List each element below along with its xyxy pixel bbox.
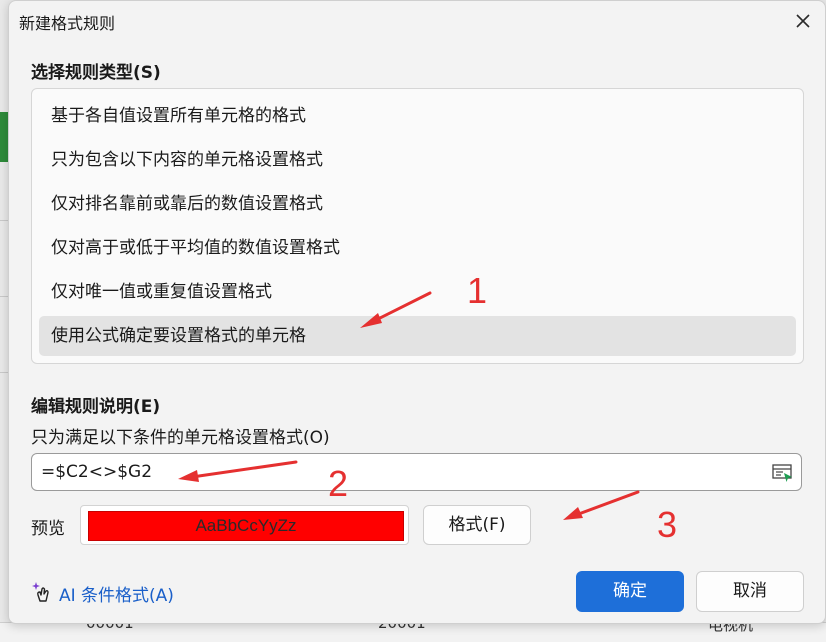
sparkle-icon: [32, 582, 49, 602]
dialog-title: 新建格式规则: [19, 14, 116, 33]
sheet-gridline: [0, 296, 8, 297]
close-icon: [796, 14, 810, 28]
sheet-gridline: [0, 372, 8, 373]
close-button[interactable]: [789, 7, 817, 35]
rule-type-heading: 选择规则类型(S): [31, 63, 161, 83]
rule-type-item-selected[interactable]: 使用公式确定要设置格式的单元格: [39, 316, 796, 356]
rule-type-item[interactable]: 仅对唯一值或重复值设置格式: [39, 272, 796, 312]
preview-box: AaBbCcYyZz: [80, 505, 409, 545]
annotation-marker: 1: [467, 270, 488, 311]
sheet-gridline: [0, 220, 8, 221]
annotation-marker: 2: [328, 463, 349, 504]
cancel-button[interactable]: 取消: [696, 571, 804, 612]
rule-edit-heading: 编辑规则说明(E): [31, 397, 161, 417]
rule-type-item[interactable]: 仅对排名靠前或靠后的数值设置格式: [39, 184, 796, 224]
range-picker-button[interactable]: [771, 461, 795, 485]
rule-type-list[interactable]: 基于各自值设置所有单元格的格式 只为包含以下内容的单元格设置格式 仅对排名靠前或…: [31, 88, 804, 364]
formula-value: =$C2<>$G2: [41, 462, 153, 482]
formula-label: 只为满足以下条件的单元格设置格式(O): [31, 428, 330, 448]
sheet-green-cell: [0, 112, 8, 162]
format-button[interactable]: 格式(F): [423, 505, 531, 545]
rule-type-item[interactable]: 基于各自值设置所有单元格的格式: [39, 96, 796, 136]
preview-sample: AaBbCcYyZz: [88, 511, 404, 541]
ai-link-label: AI 条件格式(A): [59, 586, 174, 606]
rule-type-item[interactable]: 只为包含以下内容的单元格设置格式: [39, 140, 796, 180]
annotation-marker: 3: [657, 504, 678, 545]
formula-input[interactable]: =$C2<>$G2: [31, 453, 802, 491]
title-bar: 新建格式规则: [9, 1, 825, 41]
new-format-rule-dialog: 新建格式规则 选择规则类型(S) 基于各自值设置所有单元格的格式 只为包含以下内…: [8, 0, 826, 624]
preview-label: 预览: [31, 519, 65, 539]
range-select-icon: [772, 464, 792, 482]
ok-button[interactable]: 确定: [576, 571, 684, 612]
sheet-row: 00001 20001 电视机: [0, 622, 826, 642]
rule-type-item[interactable]: 仅对高于或低于平均值的数值设置格式: [39, 228, 796, 268]
